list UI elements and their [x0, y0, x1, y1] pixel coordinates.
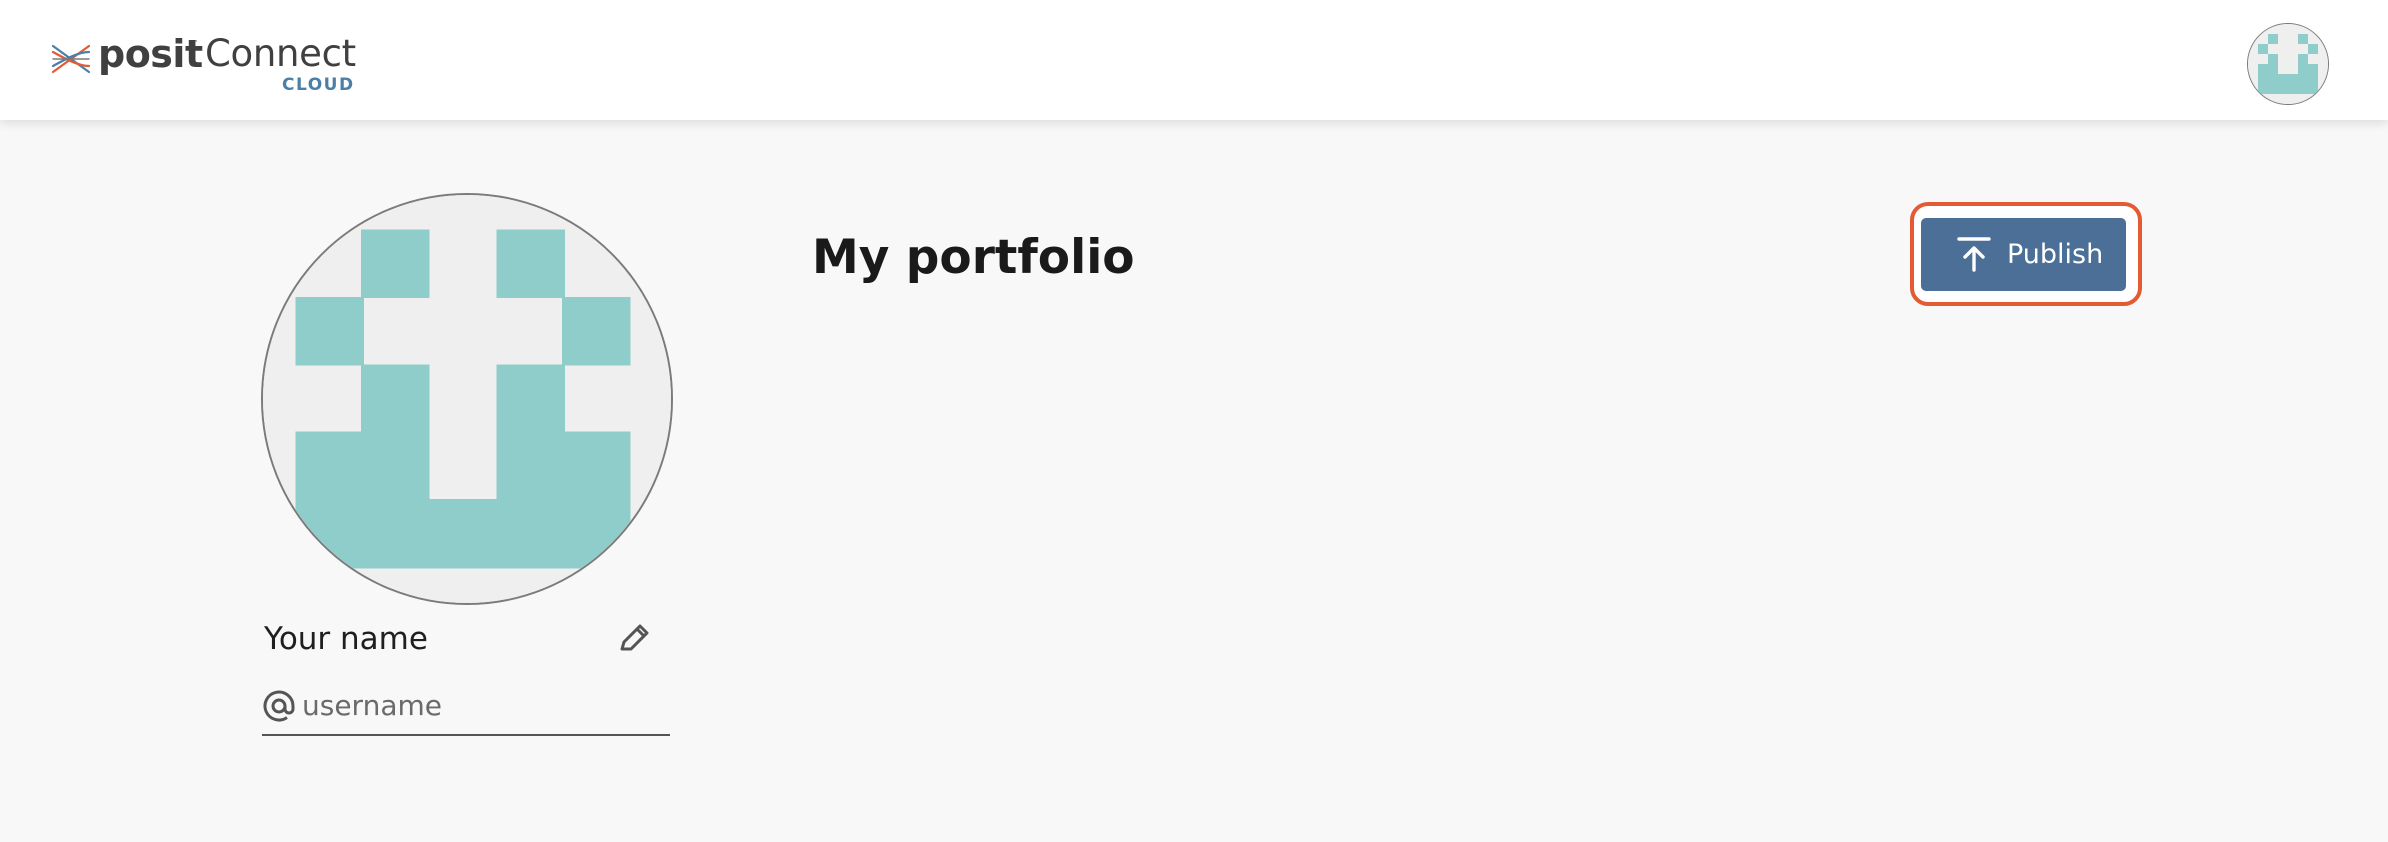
- username-field: [262, 680, 670, 736]
- logo-tier-text: CLOUD: [282, 75, 355, 95]
- username-input[interactable]: [302, 684, 662, 726]
- identicon-avatar-icon: [263, 195, 671, 603]
- edit-name-button[interactable]: [614, 619, 654, 659]
- publish-button[interactable]: Publish: [1921, 218, 2126, 291]
- posit-connect-cloud-logo[interactable]: posit ™ Connect CLOUD: [50, 30, 370, 100]
- display-name: Your name: [264, 621, 428, 657]
- page-title: My portfolio: [812, 230, 1135, 285]
- user-menu-avatar[interactable]: [2247, 23, 2329, 105]
- identicon-avatar-icon: [2248, 24, 2328, 104]
- upload-icon: [1957, 237, 1991, 272]
- pencil-icon: [620, 624, 649, 651]
- publish-button-label: Publish: [2007, 239, 2104, 270]
- logo-product-text: Connect: [205, 32, 356, 75]
- posit-logo-mark-icon: [51, 44, 91, 74]
- top-navigation-bar: posit ™ Connect CLOUD: [0, 0, 2388, 120]
- logo-brand-text: posit: [98, 32, 203, 76]
- profile-avatar[interactable]: [261, 193, 673, 605]
- at-sign-icon: [263, 690, 295, 722]
- logo-trademark: ™: [191, 39, 198, 47]
- display-name-row: Your name: [264, 615, 660, 665]
